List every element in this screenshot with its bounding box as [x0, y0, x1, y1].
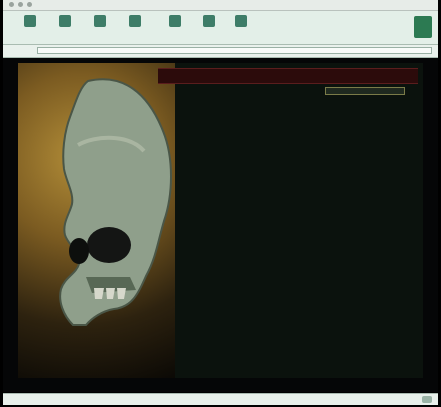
link-list: [208, 107, 358, 305]
link-item[interactable]: [208, 184, 358, 193]
link-item[interactable]: [208, 253, 358, 262]
close-window-button[interactable]: [9, 2, 14, 7]
link-item[interactable]: [208, 176, 358, 185]
minimize-window-button[interactable]: [18, 2, 23, 7]
skull-artwork: [18, 63, 175, 378]
link-item[interactable]: [208, 227, 358, 236]
link-item[interactable]: [208, 270, 358, 279]
window-title-bar: [3, 0, 438, 11]
print-icon: [203, 15, 215, 27]
link-item[interactable]: [208, 116, 358, 125]
back-icon: [24, 15, 36, 27]
stop-button[interactable]: [226, 15, 256, 30]
link-item[interactable]: [208, 287, 358, 296]
link-item[interactable]: [208, 210, 358, 219]
stop-icon: [235, 15, 247, 27]
forward-icon: [59, 15, 71, 27]
reload-icon: [94, 15, 106, 27]
link-item[interactable]: [208, 219, 358, 228]
browser-page: { "window": { "title": "" }, "toolbar": …: [0, 0, 441, 407]
window-controls: [9, 2, 32, 7]
site-content: [18, 63, 423, 378]
link-item[interactable]: [208, 150, 358, 159]
skull-illustration: [59, 78, 172, 326]
link-item[interactable]: [208, 245, 358, 254]
link-item[interactable]: [208, 124, 358, 133]
home-button[interactable]: [120, 15, 150, 30]
status-bar: [3, 393, 438, 405]
link-item[interactable]: [208, 202, 358, 211]
reload-button[interactable]: [85, 15, 115, 30]
page-banner: [158, 68, 418, 84]
browser-viewport: [3, 58, 438, 392]
search-button[interactable]: [160, 15, 190, 30]
address-bar: [3, 45, 438, 58]
browser-toolbar: [3, 11, 438, 45]
forward-button[interactable]: [50, 15, 80, 30]
address-field[interactable]: [37, 47, 432, 54]
home-icon: [129, 15, 141, 27]
link-item[interactable]: [208, 193, 358, 202]
search-icon: [169, 15, 181, 27]
status-indicator-icon: [422, 396, 432, 403]
link-item[interactable]: [208, 296, 358, 305]
link-item[interactable]: [208, 279, 358, 288]
link-item[interactable]: [208, 167, 358, 176]
print-button[interactable]: [194, 15, 224, 30]
back-button[interactable]: [15, 15, 45, 30]
browser-logo: [414, 16, 432, 38]
link-item[interactable]: [208, 133, 358, 142]
zoom-window-button[interactable]: [27, 2, 32, 7]
link-item[interactable]: [208, 107, 358, 116]
site-selector[interactable]: [325, 87, 405, 95]
link-item[interactable]: [208, 141, 358, 150]
link-item[interactable]: [208, 159, 358, 168]
link-item[interactable]: [208, 262, 358, 271]
link-item[interactable]: [208, 236, 358, 245]
